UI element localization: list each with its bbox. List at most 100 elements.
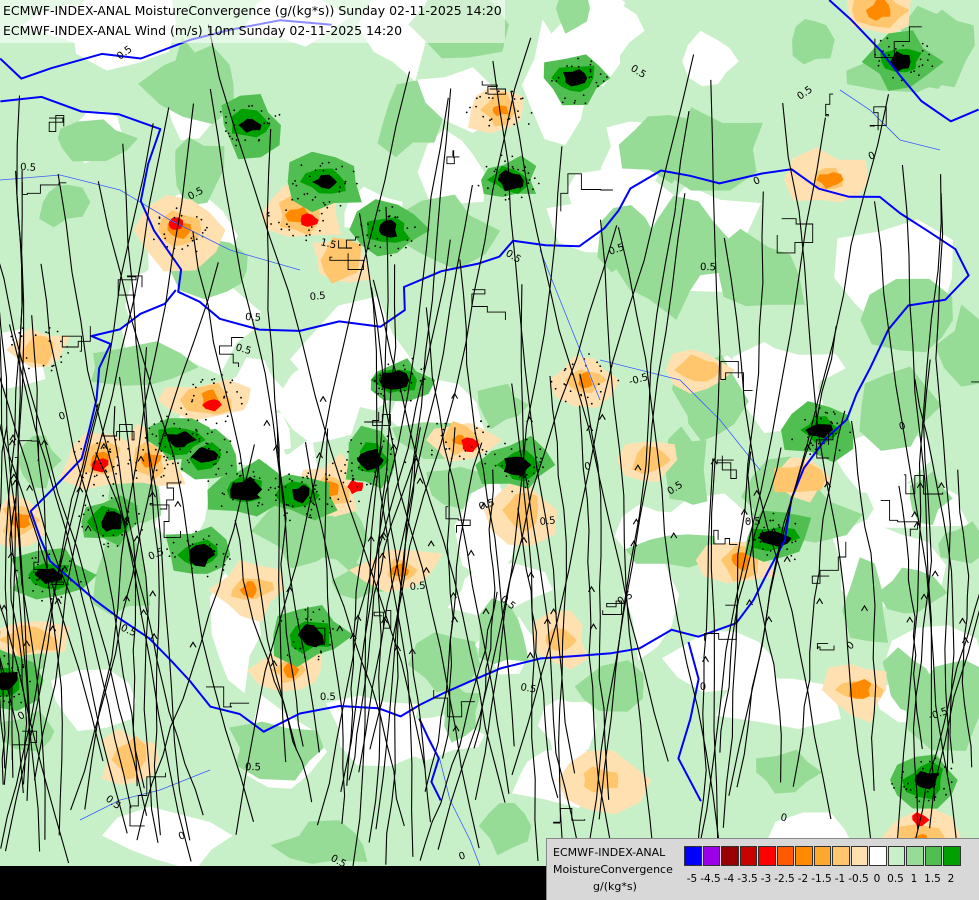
stipple-dot: [52, 364, 55, 367]
stipple-dot: [50, 369, 53, 372]
stipple-dot: [191, 432, 194, 435]
stipple-dot: [331, 462, 334, 465]
stipple-dot: [160, 450, 163, 452]
stipple-dot: [257, 504, 259, 507]
stipple-dot: [285, 503, 288, 506]
legend-swatch-11: [887, 846, 905, 866]
stipple-dot: [537, 182, 540, 185]
stipple-dot: [180, 407, 183, 409]
stipple-dot: [590, 402, 593, 405]
stipple-dot: [570, 65, 573, 68]
stipple-dot: [405, 246, 407, 249]
stipple-dot: [380, 393, 382, 395]
stipple-dot: [557, 76, 560, 79]
stipple-dot: [340, 470, 343, 472]
stipple-dot: [302, 476, 304, 479]
stipple-dot: [270, 223, 272, 225]
stipple-dot: [791, 438, 794, 441]
stipple-dot: [326, 206, 329, 209]
stipple-dot: [943, 787, 945, 790]
stipple-dot: [215, 422, 218, 425]
stipple-dot: [274, 477, 277, 480]
stipple-dot: [482, 115, 485, 118]
contour-label: 0.5: [245, 312, 261, 324]
stipple-dot: [328, 474, 331, 477]
stipple-dot: [303, 193, 306, 196]
stipple-dot: [5, 695, 8, 697]
stipple-dot: [513, 123, 516, 126]
stipple-dot: [224, 420, 227, 423]
stipple-dot: [134, 522, 137, 525]
stipple-dot: [905, 788, 908, 791]
legend-swatch-3: [739, 846, 757, 866]
stipple-dot: [448, 447, 451, 450]
stipple-dot: [511, 490, 514, 493]
stipple-dot: [181, 468, 183, 470]
stipple-dot: [233, 109, 236, 112]
stipple-dot: [358, 500, 360, 503]
stipple-dot: [96, 442, 99, 445]
stipple-dot: [488, 425, 490, 428]
stipple-dot: [189, 450, 192, 453]
stipple-dot: [102, 447, 105, 449]
stipple-dot: [201, 378, 204, 381]
stipple-dot: [501, 465, 503, 467]
stipple-dot: [301, 481, 303, 483]
stipple-dot: [153, 238, 155, 241]
stipple-dot: [485, 165, 488, 168]
stipple-dot: [263, 122, 266, 125]
stipple-dot: [308, 229, 310, 232]
stipple-dot: [409, 399, 412, 402]
stipple-dot: [762, 548, 764, 550]
stipple-dot: [285, 209, 287, 212]
stipple-dot: [289, 519, 291, 522]
stipple-dot: [326, 503, 329, 506]
stipple-dot: [590, 76, 593, 78]
stipple-dot: [918, 800, 921, 803]
stipple-dot: [419, 379, 422, 382]
stipple-dot: [13, 695, 16, 698]
stipple-dot: [482, 431, 484, 434]
stipple-dot: [34, 556, 37, 559]
moisture-convergence-map: 0.50.50.50.50.51.50.5 0.50.50.5000.50.50.…: [0, 0, 979, 900]
stipple-dot: [221, 492, 224, 495]
stipple-dot: [352, 170, 355, 173]
stipple-dot: [229, 381, 232, 384]
stipple-dot: [183, 439, 186, 442]
stipple-dot: [235, 144, 237, 147]
stipple-dot: [31, 557, 34, 560]
stipple-dot: [310, 516, 312, 519]
stipple-dot: [337, 498, 340, 501]
stipple-dot: [239, 462, 241, 465]
stipple-dot: [463, 458, 465, 460]
stipple-dot: [69, 560, 71, 562]
stipple-dot: [379, 246, 382, 249]
stipple-dot: [563, 369, 566, 372]
legend-swatch-4: [758, 846, 776, 866]
stipple-dot: [107, 509, 110, 512]
stipple-dot: [361, 469, 364, 472]
stipple-dot: [306, 477, 309, 480]
stipple-dot: [215, 473, 218, 476]
stipple-dot: [192, 535, 195, 538]
stipple-dot: [617, 379, 620, 382]
stipple-dot: [484, 462, 487, 465]
stipple-dot: [312, 502, 314, 505]
stipple-dot: [757, 536, 760, 539]
stipple-dot: [314, 169, 317, 172]
color-legend: ECMWF-INDEX-ANAL MoistureConvergence g/(…: [546, 838, 979, 900]
stipple-dot: [109, 448, 111, 451]
stipple-dot: [519, 186, 521, 189]
stipple-dot: [778, 526, 781, 529]
stipple-dot: [772, 519, 774, 522]
stipple-dot: [212, 550, 215, 552]
stipple-dot: [36, 579, 38, 581]
stipple-dot: [164, 237, 167, 240]
stipple-dot: [430, 453, 433, 456]
stipple-dot: [489, 119, 491, 122]
stipple-dot: [921, 42, 924, 45]
stipple-dot: [81, 525, 84, 528]
stipple-dot: [251, 104, 254, 107]
legend-units-label: g/(kg*s): [593, 880, 637, 893]
stipple-dot: [107, 440, 109, 443]
